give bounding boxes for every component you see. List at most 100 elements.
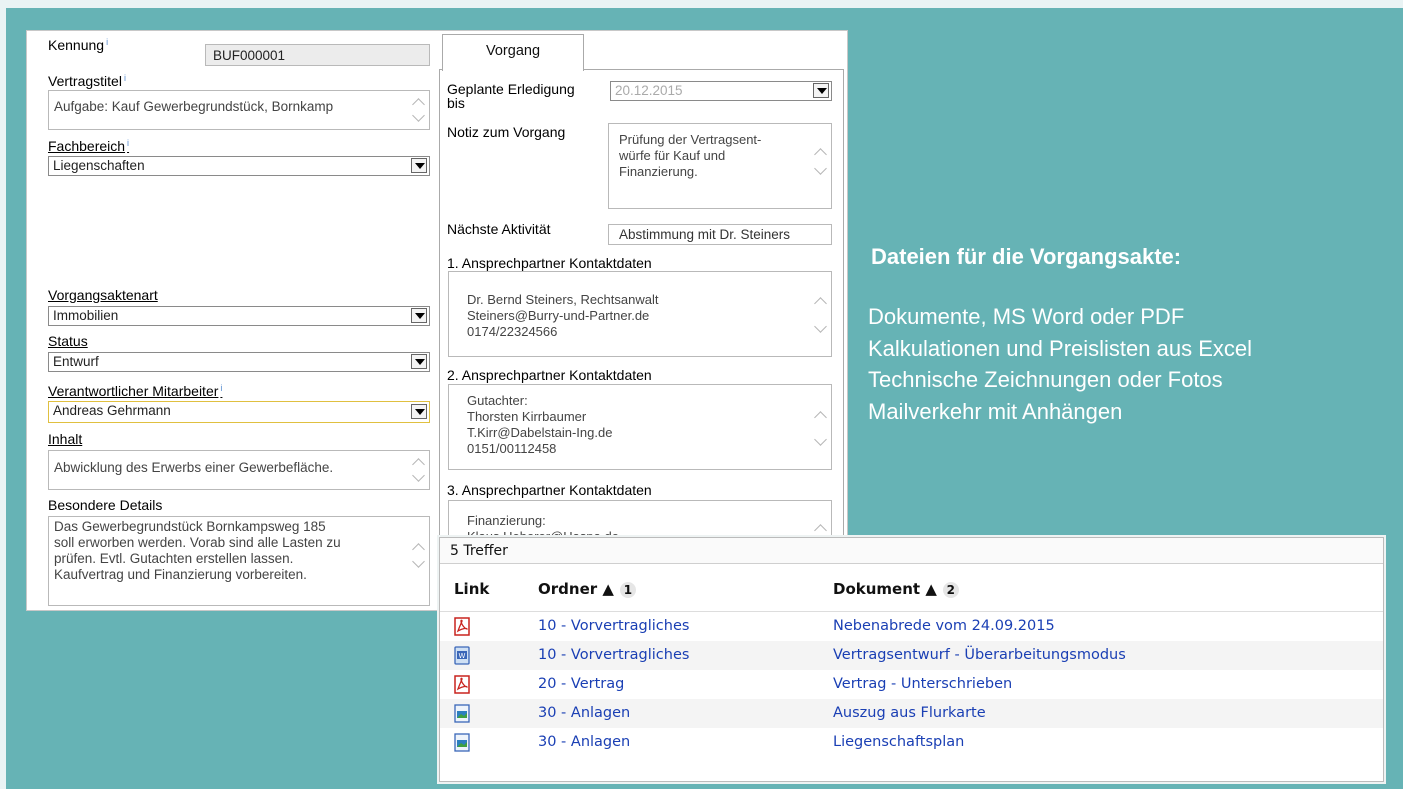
info-icon[interactable]: i <box>127 138 129 148</box>
form-left-column: Kennung i BUF000001 Vertragstitel i Aufgab… <box>27 31 437 610</box>
image-icon[interactable] <box>454 733 470 752</box>
contact3-line: Finanzierung: <box>467 513 546 528</box>
status-label: Status <box>48 333 88 349</box>
mitarbeiter-combobox[interactable]: Andreas Gehrmann <box>48 401 430 423</box>
details-label: Besondere Details <box>48 497 163 513</box>
inhalt-label: Inhalt <box>48 431 83 447</box>
dokument-link[interactable]: Liegenschaftsplan <box>833 734 964 750</box>
details-line: Kaufvertrag und Finanzierung vorbereiten… <box>54 567 307 582</box>
vertragstitel-value: Aufgabe: Kauf Gewerbegrundstück, Bornkam… <box>54 99 334 114</box>
info-icon[interactable]: i <box>124 73 126 83</box>
sort-order-badge: 2 <box>942 582 959 598</box>
ordner-link[interactable]: 30 - Anlagen <box>538 734 630 750</box>
chevron-down-icon[interactable] <box>813 83 829 98</box>
fachbereich-label: Fachbereich i <box>48 138 130 154</box>
table-row: 30 - Anlagen Auszug aus Flurkarte <box>440 699 1383 728</box>
contact2-field[interactable]: Gutachter: Thorsten Kirrbaumer T.Kirr@Da… <box>448 384 832 470</box>
results-header-row: Link Ordner ▲ 1 Dokument ▲ 2 <box>440 564 1383 612</box>
contact1-line: Dr. Bernd Steiners, Rechtsanwalt <box>467 292 659 307</box>
table-row: 30 - Anlagen Liegenschaftsplan <box>440 728 1383 757</box>
results-rows: 10 - Vorvertragliches Nebenabrede vom 24… <box>440 612 1383 757</box>
scroll-down-icon[interactable] <box>814 433 827 446</box>
dokument-link[interactable]: Vertragsentwurf - Überarbeitungsmodus <box>833 647 1126 663</box>
chevron-down-icon[interactable] <box>411 158 427 173</box>
column-dokument[interactable]: Dokument ▲ 2 <box>833 580 959 598</box>
erledigung-value: 20.12.2015 <box>615 83 683 98</box>
inhalt-value: Abwicklung des Erwerbs einer Gewerbefläc… <box>54 460 334 475</box>
fachbereich-value: Liegenschaften <box>53 158 145 173</box>
info-line: Mailverkehr mit Anhängen <box>868 398 1123 424</box>
kennung-label: Kennung i <box>48 37 109 53</box>
chevron-down-icon[interactable] <box>411 354 427 369</box>
vorgangsaktenart-select[interactable]: Immobilien <box>48 306 430 326</box>
results-panel: 5 Treffer Link Ordner ▲ 1 Dokument ▲ 2 10 … <box>439 537 1384 782</box>
scroll-up-icon[interactable] <box>814 411 827 424</box>
vorgangsaktenart-value: Immobilien <box>53 308 119 323</box>
details-line: soll erworben werden. Vorab sind alle La… <box>54 535 341 550</box>
notiz-field[interactable]: Prüfung der Vertragsent- würfe für Kauf … <box>608 123 832 209</box>
dokument-link[interactable]: Vertrag - Unterschrieben <box>833 676 1012 692</box>
contact2-line: T.Kirr@Dabelstain-Ing.de <box>467 425 613 440</box>
column-link: Link <box>454 580 490 598</box>
mitarbeiter-value: Andreas Gehrmann <box>53 403 171 418</box>
scroll-up-icon[interactable] <box>814 297 827 310</box>
details-line: Das Gewerbegrundstück Bornkampsweg 185 <box>54 519 326 534</box>
details-field[interactable]: Das Gewerbegrundstück Bornkampsweg 185 s… <box>48 516 430 606</box>
contact1-field[interactable]: Dr. Bernd Steiners, Rechtsanwalt Steiner… <box>448 271 832 357</box>
vorgangsaktenart-label: Vorgangsaktenart <box>48 287 158 303</box>
ordner-link[interactable]: 10 - Vorvertragliches <box>538 618 689 634</box>
dokument-link[interactable]: Auszug aus Flurkarte <box>833 705 986 721</box>
sort-order-badge: 1 <box>619 582 636 598</box>
vertragstitel-label: Vertragstitel i <box>48 73 126 89</box>
aktivitaet-label: Nächste Aktivität <box>447 221 551 237</box>
scroll-down-icon[interactable] <box>814 320 827 333</box>
svg-text:W: W <box>459 652 466 660</box>
notiz-line: würfe für Kauf und <box>619 148 726 163</box>
pdf-icon[interactable] <box>454 617 470 636</box>
contact1-label: 1. Ansprechpartner Kontaktdaten <box>447 255 652 271</box>
sort-asc-icon: ▲ <box>602 580 614 598</box>
results-count: 5 Treffer <box>440 538 1383 564</box>
tab-vorgang[interactable]: Vorgang <box>442 34 584 71</box>
scroll-up-icon[interactable] <box>412 543 425 556</box>
info-icon[interactable]: i <box>220 383 222 393</box>
word-icon[interactable]: W <box>454 646 470 665</box>
scroll-up-icon[interactable] <box>814 524 827 537</box>
table-row: 20 - Vertrag Vertrag - Unterschrieben <box>440 670 1383 699</box>
chevron-down-icon[interactable] <box>411 308 427 323</box>
column-ordner[interactable]: Ordner ▲ 1 <box>538 580 636 598</box>
table-row: 10 - Vorvertragliches Nebenabrede vom 24… <box>440 612 1383 641</box>
contact2-line: Gutachter: <box>467 393 528 408</box>
info-line: Kalkulationen und Preislisten aus Excel <box>868 335 1253 361</box>
ordner-link[interactable]: 20 - Vertrag <box>538 676 624 692</box>
info-lines: Dokumente, MS Word oder PDF Kalkulatione… <box>868 301 1252 427</box>
aktivitaet-field[interactable]: Abstimmung mit Dr. Steiners <box>608 224 832 245</box>
status-value: Entwurf <box>53 354 99 369</box>
vertragstitel-field[interactable]: Aufgabe: Kauf Gewerbegrundstück, Bornkam… <box>48 90 430 130</box>
ordner-link[interactable]: 10 - Vorvertragliches <box>538 647 689 663</box>
contact2-line: Thorsten Kirrbaumer <box>467 409 587 424</box>
sort-asc-icon: ▲ <box>925 580 937 598</box>
scroll-down-icon[interactable] <box>412 555 425 568</box>
details-line: prüfen. Evtl. Gutachten erstellen lassen… <box>54 551 294 566</box>
contact1-line: 0174/22324566 <box>467 324 558 339</box>
scroll-down-icon[interactable] <box>412 109 425 122</box>
info-icon[interactable]: i <box>106 37 108 47</box>
image-icon[interactable] <box>454 704 470 723</box>
erledigung-date-field[interactable]: 20.12.2015 <box>610 81 832 101</box>
dokument-link[interactable]: Nebenabrede vom 24.09.2015 <box>833 618 1055 634</box>
kennung-field[interactable]: BUF000001 <box>205 44 430 66</box>
chevron-down-icon[interactable] <box>411 404 427 419</box>
contact3-label: 3. Ansprechpartner Kontaktdaten <box>447 482 652 498</box>
inhalt-field[interactable]: Abwicklung des Erwerbs einer Gewerbefläc… <box>48 450 430 490</box>
notiz-line: Prüfung der Vertragsent- <box>619 132 762 147</box>
scroll-down-icon[interactable] <box>412 469 425 482</box>
pdf-icon[interactable] <box>454 675 470 694</box>
status-select[interactable]: Entwurf <box>48 352 430 372</box>
ordner-link[interactable]: 30 - Anlagen <box>538 705 630 721</box>
contract-form-panel: Kennung i BUF000001 Vertragstitel i Aufgab… <box>26 30 848 611</box>
fachbereich-select[interactable]: Liegenschaften <box>48 156 430 176</box>
table-row: W 10 - Vorvertragliches Vertragsentwurf … <box>440 641 1383 670</box>
notiz-line: Finanzierung. <box>619 164 698 179</box>
erledigung-label: Geplante Erledigung bis <box>447 81 575 111</box>
